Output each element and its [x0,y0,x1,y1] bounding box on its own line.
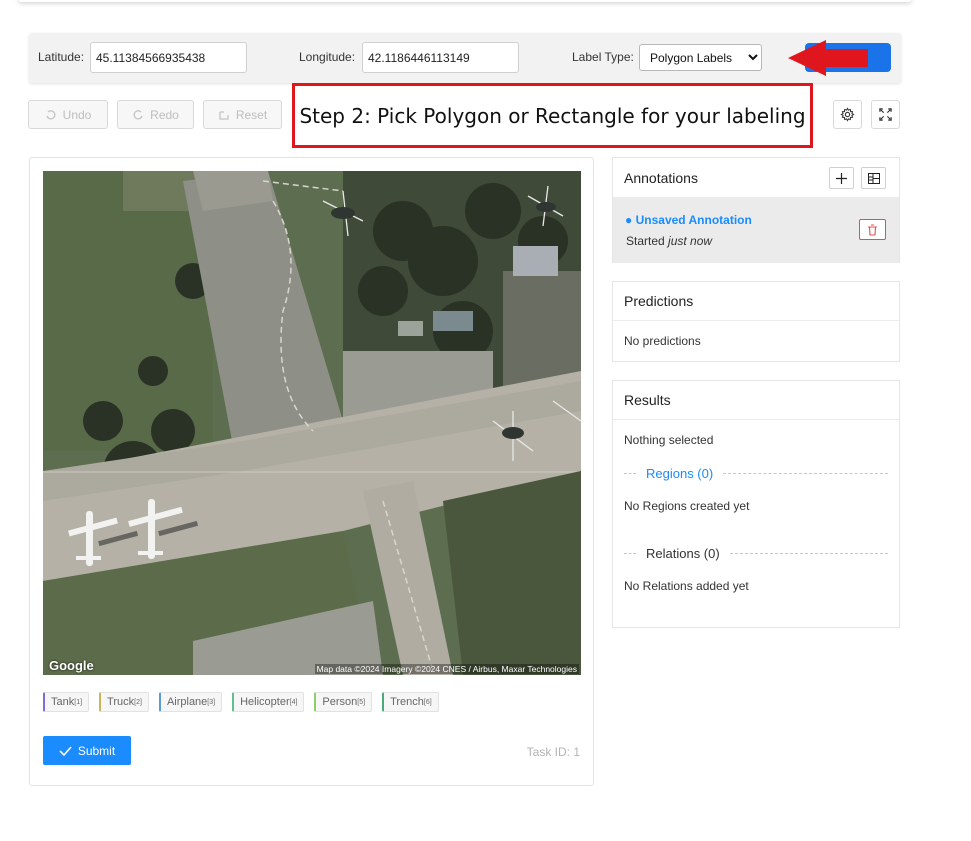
annotation-started: Started [626,234,665,248]
chip-hotkey: [1] [74,698,83,706]
annotations-title: Annotations [624,169,698,186]
label-chip-tank[interactable]: Tank [1] [43,692,90,712]
annotation-status: Started just now [626,234,712,248]
undo-button[interactable]: Undo [28,100,108,129]
label-chip-person[interactable]: Person [5] [314,692,373,712]
annotations-panel: Annotations ● Unsaved Annotation Started… [612,157,900,263]
coordinates-bar: Latitude: Longitude: Label Type: Polygon… [29,33,901,83]
results-body: Nothing selected Regions (0) No Regions … [613,420,899,593]
satellite-image [43,171,581,675]
reset-icon [219,110,229,120]
relations-title[interactable]: Relations (0) [636,546,730,561]
redo-button[interactable]: Redo [117,100,194,129]
longitude-input[interactable] [362,42,519,73]
chip-hotkey: [5] [357,698,366,706]
annotation-time: just now [668,234,713,248]
annotations-header: Annotations [613,158,899,198]
labeling-panel: Google Map data ©2024 Imagery ©2024 CNES… [29,157,594,786]
gear-icon [840,107,855,122]
undo-icon [46,109,56,119]
fullscreen-button[interactable] [871,100,900,129]
label-chip-helicopter[interactable]: Helicopter [4] [232,692,305,712]
chip-hotkey: [2] [134,698,142,706]
submit-button[interactable]: Submit [43,736,131,765]
label-chip-truck[interactable]: Truck [2] [99,692,149,712]
settings-button[interactable] [833,100,862,129]
regions-divider: Regions (0) [624,463,888,483]
reset-label: Reset [235,107,268,122]
top-card-edge [18,0,912,2]
chip-hotkey: [3] [207,698,216,706]
results-header: Results [613,381,899,420]
plus-icon [836,172,847,184]
label-chips: Tank [1] Truck [2] Airplane [3] Helicopter[… [43,692,439,712]
nothing-selected: Nothing selected [624,433,714,447]
chip-hotkey: [6] [423,698,432,706]
map-attribution: Map data ©2024 Imagery ©2024 CNES / Airb… [314,664,579,674]
results-title: Results [624,392,671,408]
grid-icon [867,172,880,184]
chip-name: Airplane [166,696,208,708]
latitude-label: Latitude: [38,50,85,64]
trash-icon [868,223,877,236]
step-callout: Step 2: Pick Polygon or Rectangle for yo… [292,83,813,148]
chip-name: Truck [107,696,135,708]
chip-name: Helicopter [240,696,290,708]
task-id: Task ID: 1 [526,745,580,759]
google-logo: Google [49,658,94,673]
latitude-input[interactable] [90,42,247,73]
label-type-select[interactable]: Polygon Labels [639,44,762,71]
predictions-panel: Predictions No predictions [612,281,900,362]
longitude-label: Longitude: [299,50,356,64]
predictions-title: Predictions [624,293,694,309]
chip-name: Person [322,696,358,708]
reset-button[interactable]: Reset [203,100,282,129]
annotation-name: Unsaved Annotation [635,213,752,227]
label-chip-airplane[interactable]: Airplane [3] [158,692,223,712]
view-all-annotations-button[interactable] [861,167,886,189]
check-icon [59,745,72,756]
annotation-title: ● Unsaved Annotation [625,213,752,227]
chip-hotkey: [4] [289,698,298,706]
satellite-map[interactable]: Google Map data ©2024 Imagery ©2024 CNES… [43,171,581,675]
redo-icon [133,109,143,119]
chip-name: Tank [51,696,75,708]
predictions-header: Predictions [613,282,899,321]
label-type-label: Label Type: [572,50,634,64]
annotation-item[interactable]: ● Unsaved Annotation Started just now [613,198,899,263]
chip-name: Trench [390,696,424,708]
regions-title[interactable]: Regions (0) [636,466,723,481]
add-annotation-button[interactable] [829,167,854,189]
regions-empty: No Regions created yet [624,499,750,513]
relations-divider: Relations (0) [624,543,888,563]
submit-label: Submit [77,743,116,758]
results-panel: Results Nothing selected Regions (0) No … [612,380,900,628]
predictions-empty: No predictions [624,334,701,348]
redo-label: Redo [150,107,179,122]
red-arrow-icon [788,40,868,76]
fullscreen-icon [879,108,892,121]
relations-empty: No Relations added yet [624,579,749,593]
undo-label: Undo [62,107,92,122]
label-chip-trench[interactable]: Trench [6] [382,692,439,712]
delete-annotation-button[interactable] [859,219,886,240]
